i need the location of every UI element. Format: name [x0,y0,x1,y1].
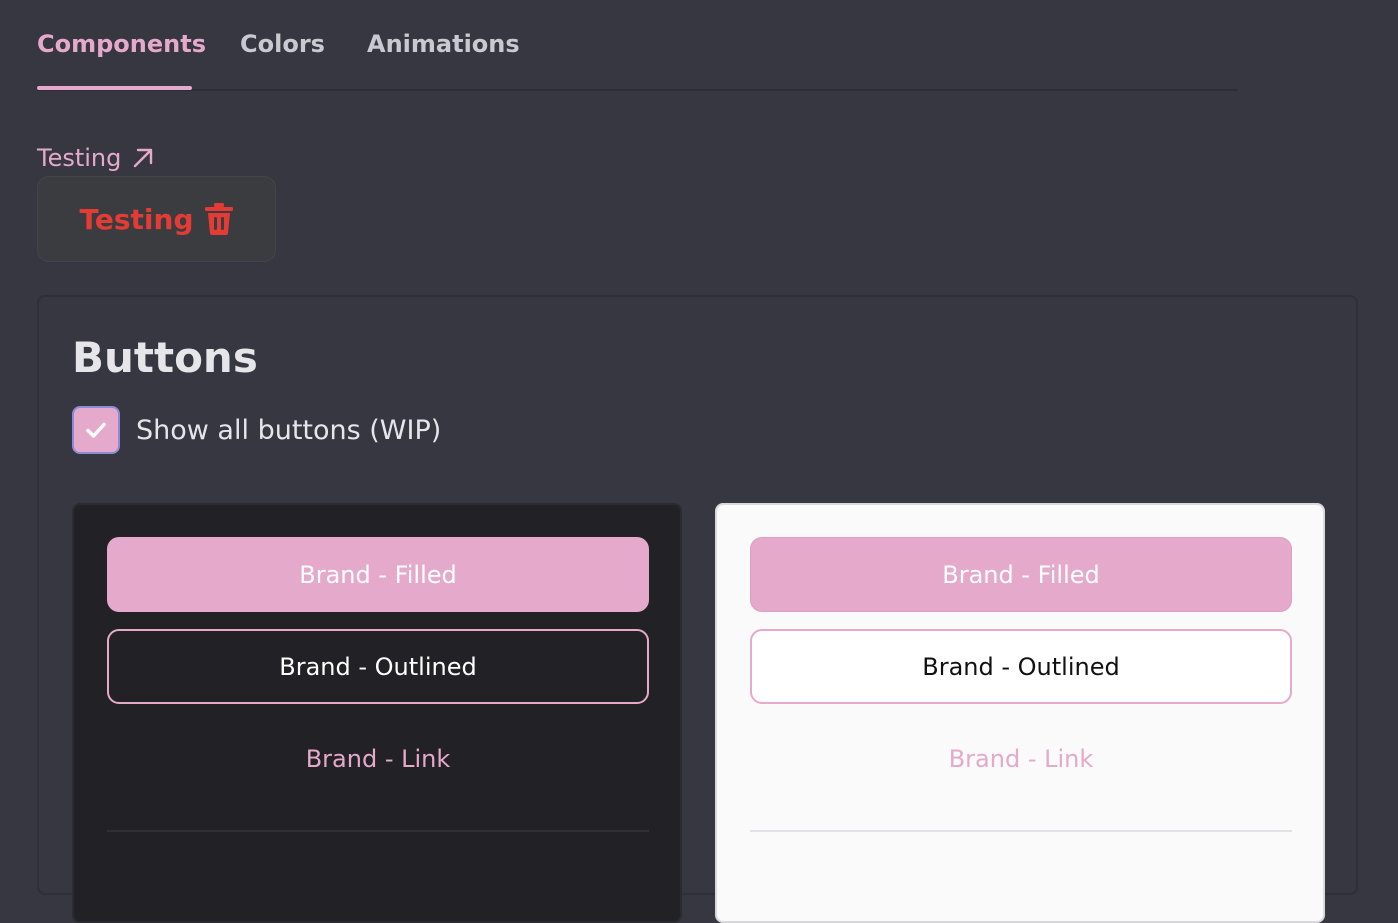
show-all-buttons-checkbox[interactable] [72,406,120,454]
tab-colors[interactable]: Colors [240,30,325,58]
check-icon [86,422,106,438]
divider [750,830,1292,832]
checkbox-label: Show all buttons (WIP) [136,414,442,446]
brand-outlined-button[interactable]: Brand - Outlined [107,629,649,704]
brand-filled-button[interactable]: Brand - Filled [107,537,649,612]
buttons-panel: Buttons Show all buttons (WIP) Brand - F… [37,295,1358,923]
brand-outlined-button[interactable]: Brand - Outlined [750,629,1292,704]
show-all-buttons-toggle[interactable]: Show all buttons (WIP) [72,406,441,454]
testing-link[interactable]: Testing [37,142,155,174]
tab-bar: Components Colors Animations [37,0,1238,91]
divider [107,830,649,832]
danger-testing-button[interactable]: Testing [37,176,276,262]
tab-components[interactable]: Components [37,30,206,58]
dark-theme-demo: Brand - Filled Brand - Outlined Brand - … [72,503,682,923]
panel-title: Buttons [72,333,258,382]
arrow-up-right-icon [134,148,153,168]
brand-filled-button[interactable]: Brand - Filled [750,537,1292,612]
tab-animations[interactable]: Animations [367,30,520,58]
testing-link-label: Testing [37,144,122,172]
danger-button-label: Testing [79,202,194,236]
light-theme-demo: Brand - Filled Brand - Outlined Brand - … [715,503,1325,923]
trash-icon [204,203,233,235]
brand-link-button[interactable]: Brand - Link [750,721,1292,796]
active-tab-indicator [37,86,192,90]
brand-link-button[interactable]: Brand - Link [107,721,649,796]
